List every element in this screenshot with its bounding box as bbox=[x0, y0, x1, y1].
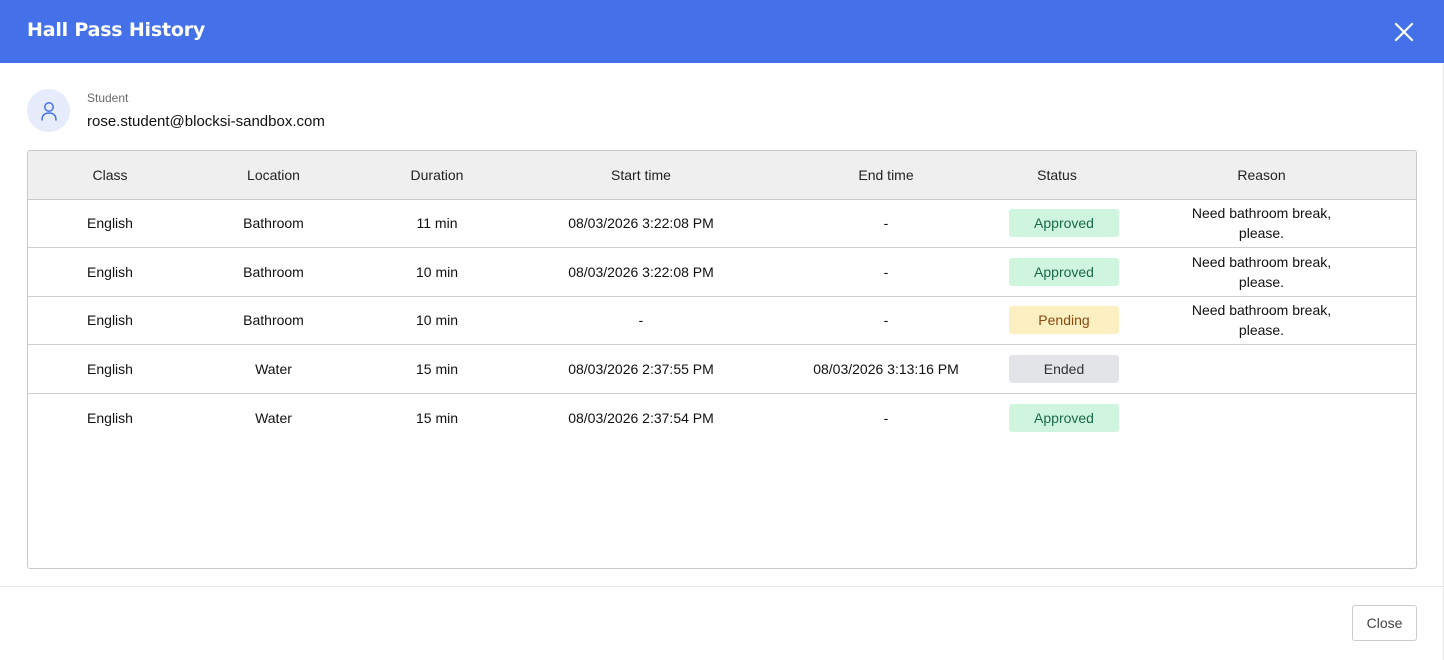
status-badge: Approved bbox=[1009, 403, 1119, 432]
table-row: English Bathroom 11 min 08/03/2026 3:22:… bbox=[28, 199, 1416, 248]
cell-start-time: 08/03/2026 3:22:08 PM bbox=[519, 199, 763, 248]
cell-location: Water bbox=[255, 409, 292, 426]
cell-start-time: - bbox=[519, 296, 763, 345]
dialog-title: Hall Pass History bbox=[27, 19, 206, 41]
status-badge: Approved bbox=[1009, 257, 1119, 286]
table-row: English Water 15 min 08/03/2026 2:37:54 … bbox=[28, 393, 1416, 442]
reason-text: Need bathroom break, please. bbox=[1191, 205, 1332, 242]
cell-status: Pending bbox=[1009, 296, 1119, 345]
cell-duration: 11 min bbox=[355, 199, 519, 248]
cell-class: English bbox=[28, 199, 192, 248]
column-header-duration[interactable]: Duration bbox=[355, 151, 519, 200]
cell-start-time: 08/03/2026 2:37:55 PM bbox=[519, 344, 763, 394]
student-info: Student rose.student@blocksi-sandbox.com bbox=[27, 89, 627, 133]
status-badge: Pending bbox=[1009, 306, 1119, 335]
cell-end-time: - bbox=[763, 199, 1009, 248]
table-row: English Water 15 min 08/03/2026 2:37:55 … bbox=[28, 344, 1416, 394]
table-row: English Bathroom 10 min 08/03/2026 3:22:… bbox=[28, 247, 1416, 297]
cell-duration: 15 min bbox=[355, 344, 519, 394]
cell-end-time: - bbox=[883, 409, 889, 426]
column-header-status[interactable]: Status bbox=[1009, 151, 1105, 200]
cell-location: Bathroom bbox=[192, 296, 355, 345]
cell-reason: Need bathroom break, please. bbox=[1105, 199, 1416, 248]
cell-location: Water bbox=[192, 344, 355, 394]
cell-duration: 10 min bbox=[355, 296, 519, 345]
cell-duration: 10 min bbox=[355, 247, 519, 297]
cell-status: Ended bbox=[1009, 344, 1119, 394]
hall-pass-history-dialog: Hall Pass History Student rose.student@b… bbox=[0, 0, 1444, 660]
reason-text: Need bathroom break, please. bbox=[1191, 253, 1332, 290]
cell-status: Approved bbox=[1009, 247, 1119, 297]
cell-end-time: - bbox=[763, 296, 1009, 345]
user-icon bbox=[27, 89, 70, 132]
cell-reason bbox=[1105, 344, 1416, 394]
cell-reason: Need bathroom break, please. bbox=[1105, 296, 1416, 345]
cell-class: English bbox=[28, 247, 192, 297]
cell-location: Bathroom bbox=[192, 247, 355, 297]
cell-reason: Need bathroom break, please. bbox=[1105, 247, 1416, 297]
close-icon[interactable] bbox=[1390, 18, 1418, 46]
dialog-header: Hall Pass History bbox=[0, 0, 1444, 63]
cell-duration: 15 min bbox=[415, 409, 459, 426]
column-header-reason[interactable]: Reason bbox=[1105, 151, 1416, 200]
cell-class: English bbox=[28, 296, 192, 345]
column-header-end-time[interactable]: End time bbox=[763, 151, 1009, 200]
reason-text: Need bathroom break, please. bbox=[1191, 302, 1332, 339]
cell-end-time: - bbox=[763, 247, 1009, 297]
history-table: Class Location Duration Start time End t… bbox=[27, 150, 1417, 569]
cell-start-time: 08/03/2026 2:37:54 PM bbox=[568, 409, 714, 426]
cell-class: English bbox=[87, 409, 133, 426]
cell-status: Approved bbox=[1009, 199, 1119, 248]
footer-divider bbox=[0, 586, 1444, 587]
cell-class: English bbox=[28, 344, 192, 394]
column-header-class[interactable]: Class bbox=[28, 151, 192, 200]
table-header-row: Class Location Duration Start time End t… bbox=[28, 151, 1416, 200]
cell-location: Bathroom bbox=[192, 199, 355, 248]
cell-status: Approved bbox=[1009, 393, 1119, 442]
student-email: rose.student@blocksi-sandbox.com bbox=[87, 113, 325, 130]
table-row: English Bathroom 10 min - - Pending Need… bbox=[28, 296, 1416, 345]
status-badge: Approved bbox=[1009, 209, 1119, 238]
status-badge: Ended bbox=[1009, 354, 1119, 383]
column-header-location[interactable]: Location bbox=[192, 151, 355, 200]
cell-reason bbox=[1105, 393, 1416, 442]
cell-start-time: 08/03/2026 3:22:08 PM bbox=[519, 247, 763, 297]
column-header-start-time[interactable]: Start time bbox=[519, 151, 763, 200]
close-button[interactable]: Close bbox=[1352, 605, 1417, 641]
cell-end-time: 08/03/2026 3:13:16 PM bbox=[763, 344, 1009, 394]
student-label: Student bbox=[87, 91, 129, 105]
